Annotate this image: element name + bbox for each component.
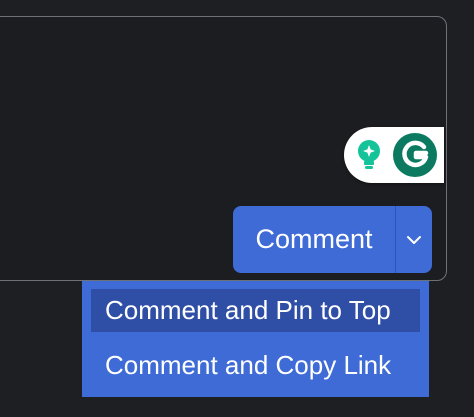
grammarly-widget[interactable] xyxy=(344,127,444,183)
chevron-down-icon xyxy=(407,235,421,244)
comment-options-toggle[interactable] xyxy=(395,206,432,273)
comment-options-menu: Comment and Pin to Top Comment and Copy … xyxy=(82,281,429,397)
menu-item-comment-copy-link[interactable]: Comment and Copy Link xyxy=(91,344,420,387)
comment-split-button: Comment xyxy=(233,206,432,273)
app-stage: Comment Comment and Pin to Top Comment a… xyxy=(0,0,474,417)
lightbulb-icon[interactable] xyxy=(354,138,384,172)
comment-button[interactable]: Comment xyxy=(233,206,395,273)
menu-item-comment-pin-top[interactable]: Comment and Pin to Top xyxy=(91,289,420,332)
grammarly-logo-icon[interactable] xyxy=(392,132,438,178)
